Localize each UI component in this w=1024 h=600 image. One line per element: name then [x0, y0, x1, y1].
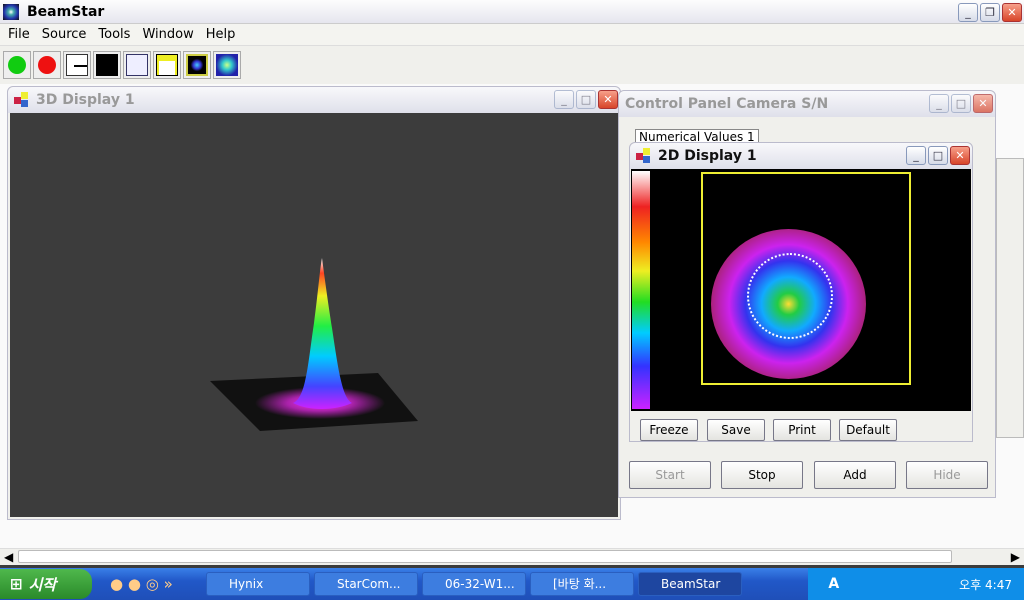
green-dot-icon — [8, 56, 26, 74]
scroll-right-icon[interactable]: ▶ — [1011, 550, 1020, 564]
background-window-edge — [996, 158, 1024, 438]
maximize-button[interactable]: □ — [928, 146, 948, 165]
menu-tools[interactable]: Tools — [92, 27, 136, 42]
report-icon — [156, 54, 178, 76]
menu-help[interactable]: Help — [200, 27, 242, 42]
maximize-button[interactable]: □ — [576, 90, 596, 109]
minimize-button[interactable]: _ — [906, 146, 926, 165]
beam-diameter-circle — [747, 253, 833, 339]
beam-view-icon — [216, 54, 238, 76]
toolbar — [0, 46, 1024, 84]
color-scale-bar — [632, 171, 650, 409]
window-2d-display: 2D Display 1 _ □ ✕ Freeze Save Print Defau… — [629, 142, 973, 442]
freeze-button[interactable]: Freeze — [640, 419, 698, 441]
beam-view-button[interactable] — [213, 51, 241, 79]
minimize-button[interactable]: _ — [554, 90, 574, 109]
menu-bar: File Source Tools Window Help — [0, 24, 1024, 46]
start-button[interactable]: Start — [629, 461, 711, 489]
stop-button[interactable] — [33, 51, 61, 79]
save-button[interactable]: Save — [707, 419, 765, 441]
maximize-button[interactable]: □ — [951, 94, 971, 113]
profile-button[interactable] — [63, 51, 91, 79]
menu-window[interactable]: Window — [136, 27, 199, 42]
minimize-button[interactable]: _ — [958, 3, 978, 22]
horizontal-scrollbar[interactable]: ◀ ▶ — [0, 548, 1024, 565]
2d-view-button[interactable] — [183, 51, 211, 79]
stop-button[interactable]: Stop — [721, 461, 803, 489]
system-tray: A 오후 4:47 — [808, 568, 1024, 600]
close-button[interactable]: ✕ — [598, 90, 618, 109]
window-title: 2D Display 1 — [658, 148, 757, 164]
close-button[interactable]: ✕ — [1002, 3, 1022, 22]
2d-beam-image[interactable] — [631, 169, 971, 411]
taskbar-item-beamstar[interactable]: BeamStar — [638, 572, 742, 596]
3d-beam-surface — [210, 258, 418, 431]
quick-launch[interactable]: ● ● ◎ » — [92, 575, 202, 593]
report-button[interactable] — [153, 51, 181, 79]
chart-icon — [126, 54, 148, 76]
taskbar-item-06-32[interactable]: 06-32-W1... — [422, 572, 526, 596]
window-icon — [636, 148, 652, 164]
window-3d-display: 3D Display 1 _ □ ✕ — [7, 86, 621, 520]
app-title: BeamStar — [27, 3, 105, 20]
noise-button[interactable] — [93, 51, 121, 79]
add-button[interactable]: Add — [814, 461, 896, 489]
calibration-button[interactable] — [123, 51, 151, 79]
scroll-left-icon[interactable]: ◀ — [4, 550, 13, 564]
taskbar-item-starcom[interactable]: StarCom... — [314, 572, 418, 596]
start-button[interactable] — [3, 51, 31, 79]
windows-logo-icon: ⊞ — [10, 575, 23, 593]
3d-plot-canvas[interactable] — [10, 113, 618, 517]
close-button[interactable]: ✕ — [950, 146, 970, 165]
taskbar-item-desktop[interactable]: [바탕 화... — [530, 572, 634, 596]
beamstar-logo-icon — [3, 3, 19, 20]
scroll-thumb[interactable] — [18, 550, 952, 563]
language-indicator[interactable]: A — [828, 576, 839, 592]
window-icon — [14, 92, 30, 108]
app-title-bar: BeamStar _ ❐ ✕ — [0, 0, 1024, 24]
red-dot-icon — [38, 56, 56, 74]
taskbar: ⊞ 시작 ● ● ◎ » Hynix StarCom... 06-32-W1...… — [0, 568, 1024, 600]
clock: 오후 4:47 — [959, 577, 1012, 592]
2d-view-icon — [186, 54, 208, 76]
window-title: 3D Display 1 — [36, 92, 135, 108]
profile-icon — [66, 54, 88, 76]
taskbar-item-hynix[interactable]: Hynix — [206, 572, 310, 596]
default-button[interactable]: Default — [839, 419, 897, 441]
minimize-button[interactable]: _ — [929, 94, 949, 113]
noise-icon — [96, 54, 118, 76]
mdi-area: 3D Display 1 _ □ ✕ Control Panel Camera S/… — [0, 84, 1024, 548]
start-button[interactable]: ⊞ 시작 — [0, 569, 92, 599]
close-button[interactable]: ✕ — [973, 94, 993, 113]
window-title: Control Panel Camera S/N — [625, 96, 829, 112]
menu-source[interactable]: Source — [36, 27, 93, 42]
menu-file[interactable]: File — [2, 27, 36, 42]
print-button[interactable]: Print — [773, 419, 831, 441]
restore-button[interactable]: ❐ — [980, 3, 1000, 22]
hide-button[interactable]: Hide — [906, 461, 988, 489]
